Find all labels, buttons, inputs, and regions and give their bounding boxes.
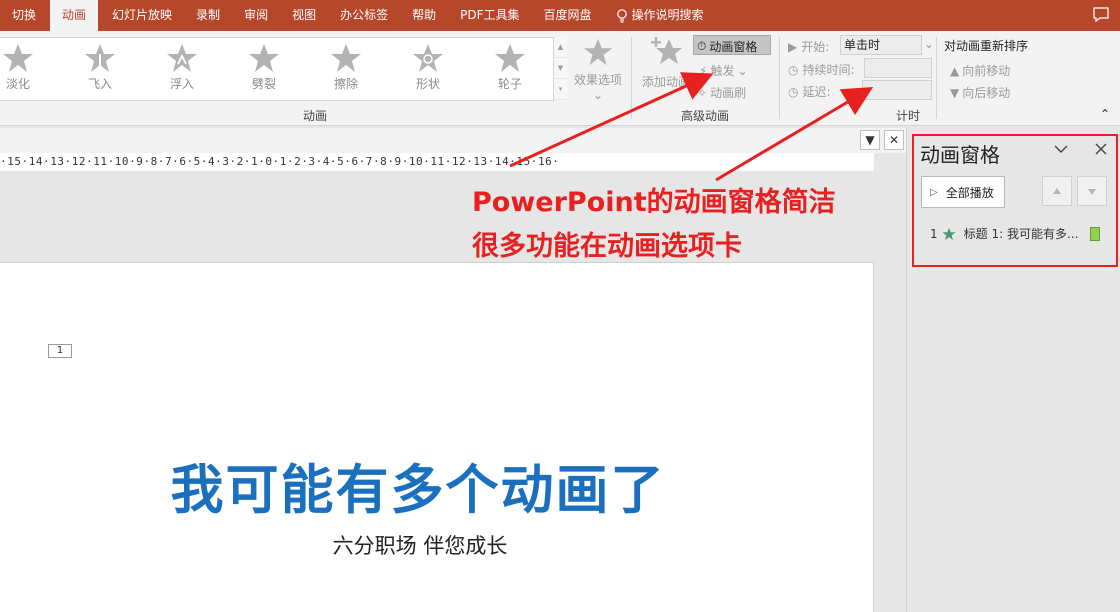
- star-icon: [942, 227, 956, 240]
- chevron-down-icon[interactable]: [1052, 140, 1070, 158]
- move-down-button[interactable]: [1077, 176, 1107, 206]
- move-up-button[interactable]: [1042, 176, 1072, 206]
- close-icon[interactable]: [1092, 140, 1110, 158]
- pane-title: 动画窗格: [920, 143, 1000, 167]
- arrow-to-timing: [715, 86, 874, 182]
- play-all-label: 全部播放: [945, 185, 994, 200]
- triangle-up-icon: [1053, 188, 1061, 194]
- annotation-line-1: PowerPoint的动画窗格简洁: [472, 187, 836, 218]
- timeline-bar: [1090, 226, 1101, 241]
- item-index: 1: [930, 226, 938, 241]
- annotation-line-2: 很多功能在动画选项卡: [472, 231, 742, 262]
- item-label: 标题 1: 我可能有多...: [963, 227, 1079, 241]
- play-icon: ▷: [930, 186, 938, 198]
- arrow-to-animation-pane: [509, 72, 714, 168]
- animation-list-item[interactable]: 1 标题 1: 我可能有多...: [930, 225, 1101, 242]
- play-all-button[interactable]: ▷ 全部播放: [921, 176, 1005, 208]
- triangle-down-icon: [1088, 189, 1096, 195]
